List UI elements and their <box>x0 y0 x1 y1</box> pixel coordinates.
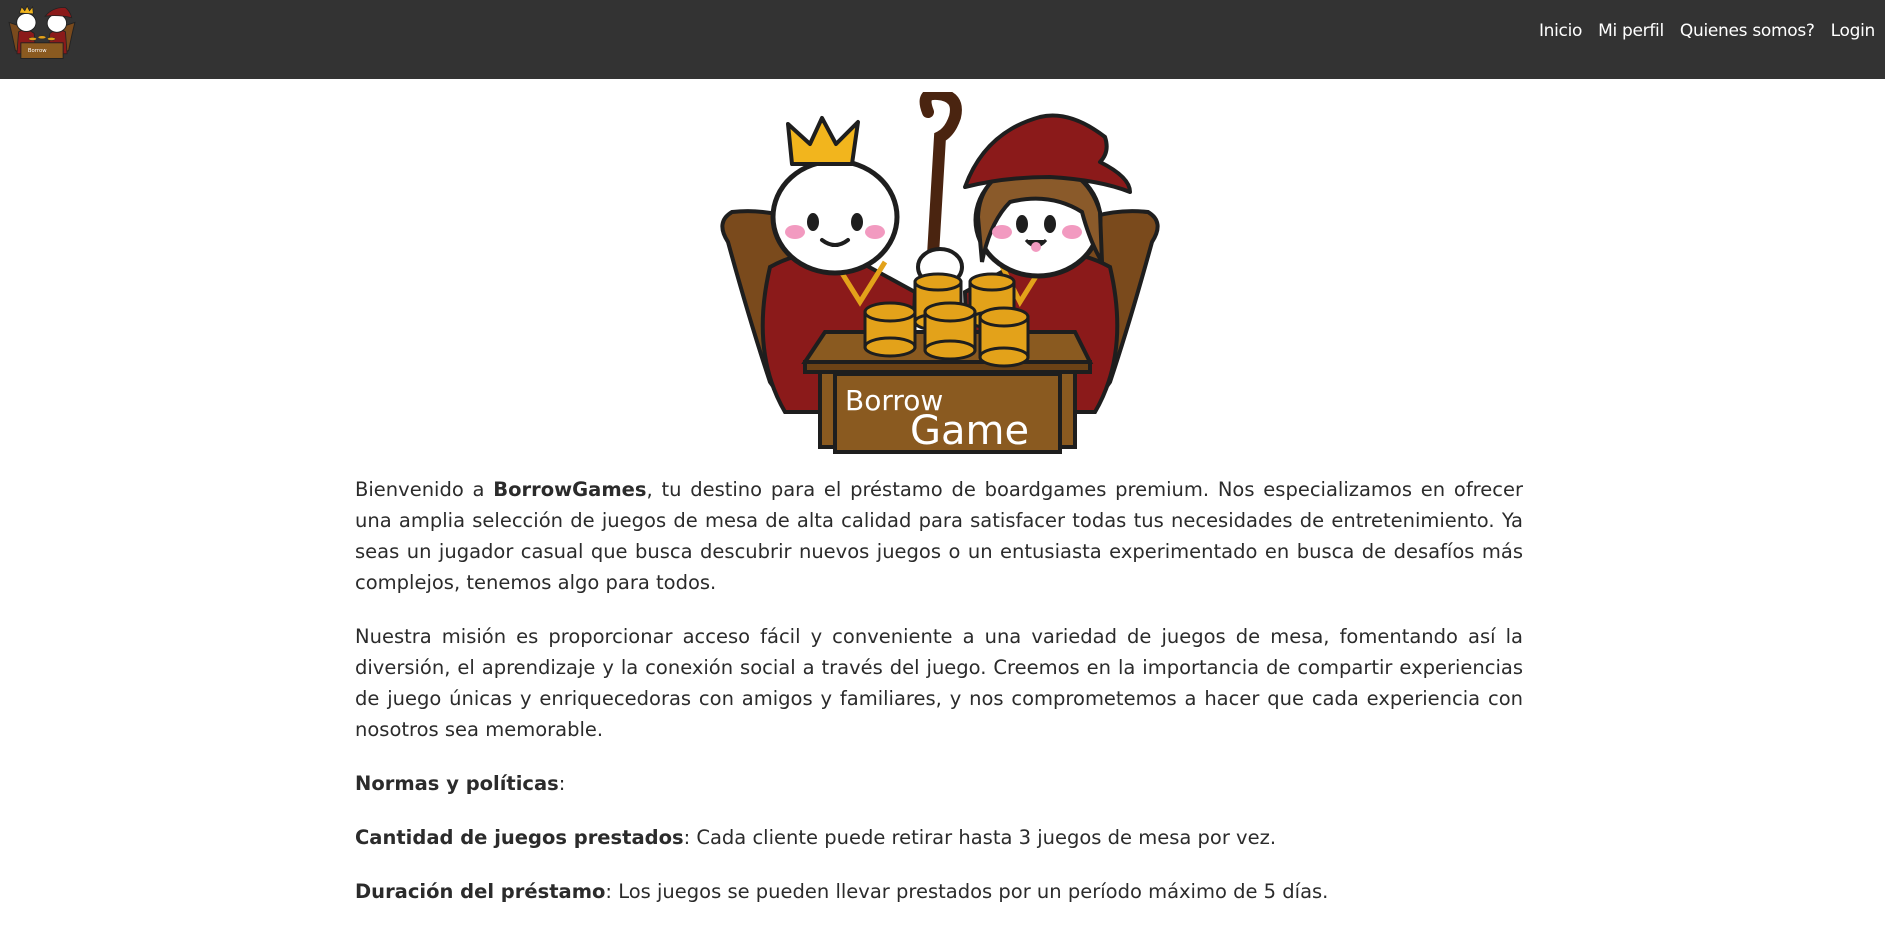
nav-link-mi-perfil[interactable]: Mi perfil <box>1598 21 1664 41</box>
main-content: Bienvenido a BorrowGames, tu destino par… <box>355 474 1523 930</box>
navbar: Borrow Inicio Mi perfil Quienes somos? L… <box>0 0 1885 79</box>
svg-text:Borrow: Borrow <box>28 48 47 54</box>
intro-paragraph: Bienvenido a BorrowGames, tu destino par… <box>355 474 1523 598</box>
nav-link-inicio[interactable]: Inicio <box>1539 21 1582 41</box>
nav-links: Inicio Mi perfil Quienes somos? Login <box>1539 0 1875 62</box>
rules-heading-suffix: : <box>558 772 566 795</box>
rule-text: : Cada cliente puede retirar hasta 3 jue… <box>683 826 1277 849</box>
intro-prefix: Bienvenido a <box>355 478 494 501</box>
hero-logo-illustration: Borrow Game <box>720 92 1160 454</box>
rule-label: Cantidad de juegos prestados <box>355 826 684 849</box>
rule-item: Cantidad de juegos prestados: Cada clien… <box>355 822 1523 853</box>
mission-paragraph: Nuestra misión es proporcionar acceso fá… <box>355 625 1523 741</box>
rule-label: Duración del préstamo <box>355 880 606 903</box>
nav-link-login[interactable]: Login <box>1831 21 1876 41</box>
brand-logo-icon[interactable]: Borrow <box>6 2 78 62</box>
nav-link-quienes-somos[interactable]: Quienes somos? <box>1680 21 1815 41</box>
brand-name: BorrowGames <box>493 478 647 501</box>
logo-text-game: Game <box>910 408 1029 454</box>
rules-heading-paragraph: Normas y políticas: <box>355 768 1523 799</box>
rule-text: : Los juegos se pueden llevar prestados … <box>605 880 1329 903</box>
rule-item: Duración del préstamo: Los juegos se pue… <box>355 876 1523 907</box>
rules-heading: Normas y políticas <box>355 772 559 795</box>
